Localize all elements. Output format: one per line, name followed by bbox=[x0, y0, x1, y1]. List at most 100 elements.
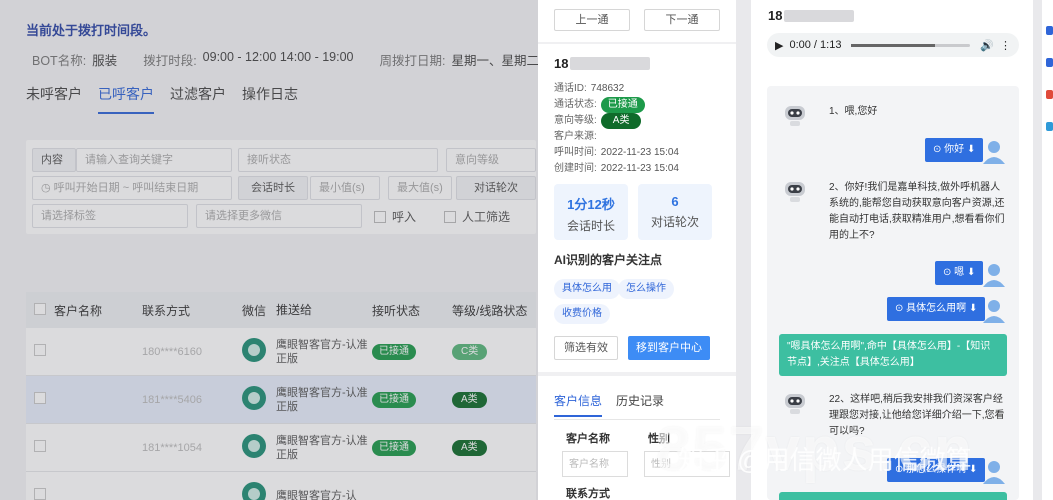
gender-input[interactable] bbox=[644, 451, 730, 477]
status-select[interactable]: 接听状态 bbox=[238, 148, 438, 172]
table-row[interactable]: 181****5406 鹰眼智客官方-认准正版 已接通 A类 bbox=[26, 376, 536, 424]
duration-min-input[interactable]: 最小值(s) bbox=[310, 176, 380, 200]
call-list-page: 当前处于拨打时间段。 BOT名称: 服装 拨打时段: 09:00 - 12:00… bbox=[0, 0, 540, 500]
level-badge: C类 bbox=[452, 343, 488, 360]
rounds-value: 6 bbox=[671, 194, 679, 209]
row-checkbox[interactable] bbox=[34, 392, 46, 404]
call-id-label: 通话ID: bbox=[554, 83, 587, 94]
intent-badge: A类 bbox=[600, 113, 642, 129]
tab-oplog[interactable]: 操作日志 bbox=[242, 84, 298, 114]
call-status-badge: 已接通 bbox=[600, 97, 645, 113]
col-wechat: 微信 bbox=[242, 303, 267, 318]
robot-avatar-icon bbox=[785, 182, 805, 202]
download-icon[interactable]: ⬇ bbox=[964, 267, 975, 278]
content-label: 内容 bbox=[32, 148, 76, 172]
select-all-checkbox[interactable] bbox=[34, 302, 46, 315]
play-circle-icon: ⊙ bbox=[943, 267, 955, 278]
user-audio-message[interactable]: ⊙ 嗯 ⬇ bbox=[935, 261, 984, 285]
prev-call-button[interactable]: 上一通 bbox=[554, 9, 630, 31]
col-level: 等级/线路状态 bbox=[452, 303, 528, 318]
toolbar-icon[interactable] bbox=[1046, 122, 1053, 131]
play-icon[interactable]: ▶ bbox=[775, 39, 783, 52]
focus-tag[interactable]: 怎么操作 bbox=[618, 279, 674, 299]
user-audio-message[interactable]: ⊙ 那怎么操作啊 ⬇ bbox=[887, 458, 986, 482]
user-avatar-icon bbox=[983, 264, 1005, 287]
create-time-label: 创建时间: bbox=[554, 163, 597, 174]
toolbar-icon[interactable] bbox=[1046, 26, 1053, 35]
duration-stat: 1分12秒 会话时长 bbox=[554, 184, 628, 240]
row-checkbox[interactable] bbox=[34, 440, 46, 452]
conversation-phone: 18 bbox=[768, 8, 855, 23]
filter-valid-button[interactable]: 筛选有效 bbox=[554, 336, 618, 360]
duration-label: 会话时长 bbox=[238, 176, 308, 200]
row-checkbox[interactable] bbox=[34, 344, 46, 356]
move-to-customer-center-button[interactable]: 移到客户中心 bbox=[628, 336, 710, 360]
volume-icon[interactable]: 🔊 bbox=[980, 39, 994, 52]
inbound-checkbox[interactable]: 呼入 bbox=[374, 208, 416, 225]
tab-underline bbox=[554, 419, 720, 420]
knowledge-hit-notice-partial bbox=[779, 492, 1007, 500]
tab-called[interactable]: 已呼客户 bbox=[98, 84, 154, 114]
tag-select[interactable]: 请选择标签 bbox=[32, 204, 188, 228]
customer-name-input[interactable] bbox=[562, 451, 628, 477]
wechat-avatar-icon bbox=[242, 386, 266, 410]
focus-tag[interactable]: 具体怎么用 bbox=[554, 279, 620, 299]
row-phone: 180****6160 bbox=[142, 345, 202, 358]
wechat-select[interactable]: 请选择更多微信 bbox=[196, 204, 362, 228]
col-contact: 联系方式 bbox=[142, 303, 191, 318]
intent-label: 意向等级: bbox=[554, 115, 597, 126]
user-avatar-icon bbox=[983, 300, 1005, 323]
level-badge: A类 bbox=[452, 391, 487, 408]
intent-select[interactable]: 意向等级 bbox=[446, 148, 536, 172]
duration-max-input[interactable]: 最大值(s) bbox=[388, 176, 452, 200]
divider bbox=[538, 372, 736, 376]
audio-progress[interactable] bbox=[851, 43, 971, 47]
phone-mask bbox=[570, 57, 651, 70]
col-customer-name: 客户名称 bbox=[54, 303, 103, 318]
manual-filter-checkbox[interactable]: 人工筛选 bbox=[444, 208, 510, 225]
call-table: 客户名称 联系方式 微信 推送给 接听状态 等级/线路状态 180****616… bbox=[26, 292, 536, 500]
table-row[interactable]: 鹰眼智客官方-认 bbox=[26, 472, 536, 500]
table-row[interactable]: 181****1054 鹰眼智客官方-认准正版 已接通 A类 bbox=[26, 424, 536, 472]
download-icon[interactable]: ⬇ bbox=[966, 464, 977, 475]
user-audio-message[interactable]: ⊙ 你好 ⬇ bbox=[925, 138, 984, 162]
dial-days-value: 星期一、星期二、星期三 bbox=[451, 54, 540, 68]
tab-history[interactable]: 历史记录 bbox=[616, 392, 664, 417]
dial-period-label: 拨打时段: bbox=[143, 54, 197, 68]
date-range-input[interactable]: ◷ 呼叫开始日期 ~ 呼叫结束日期 bbox=[32, 176, 232, 200]
dial-period-value: 09:00 - 12:00 14:00 - 19:00 bbox=[202, 50, 354, 64]
phone-prefix: 18 bbox=[768, 8, 783, 23]
status-badge: 已接通 bbox=[372, 439, 416, 456]
keyword-input[interactable]: 请输入查询关键字 bbox=[76, 148, 232, 172]
contact-label: 联系方式 bbox=[566, 488, 610, 500]
download-icon[interactable]: ⬇ bbox=[964, 144, 975, 155]
gender-label: 性别 bbox=[648, 433, 670, 445]
call-id-value: 748632 bbox=[590, 83, 625, 94]
toolbar-icon[interactable] bbox=[1046, 90, 1053, 99]
toolbar-icon[interactable] bbox=[1046, 58, 1053, 67]
focus-tag[interactable]: 收费价格 bbox=[554, 304, 610, 324]
tab-customer-info[interactable]: 客户信息 bbox=[554, 392, 603, 417]
tab-uncalled[interactable]: 未呼客户 bbox=[26, 84, 82, 114]
status-badge: 已接通 bbox=[372, 343, 416, 360]
download-icon[interactable]: ⬇ bbox=[966, 303, 977, 314]
user-audio-message[interactable]: ⊙ 具体怎么用啊 ⬇ bbox=[887, 297, 986, 321]
next-call-button[interactable]: 下一通 bbox=[644, 9, 720, 31]
wechat-avatar-icon bbox=[242, 434, 266, 458]
table-header: 客户名称 联系方式 微信 推送给 接听状态 等级/线路状态 bbox=[26, 292, 536, 328]
divider bbox=[538, 42, 736, 44]
more-icon[interactable]: ⋮ bbox=[1000, 39, 1011, 52]
row-push-to: 鹰眼智客官方-认 bbox=[276, 489, 357, 500]
tab-filtered[interactable]: 过滤客户 bbox=[170, 84, 226, 114]
robot-avatar-icon bbox=[785, 106, 805, 126]
end-date: 呼叫结束日期 bbox=[132, 182, 199, 194]
row-checkbox[interactable] bbox=[34, 488, 46, 500]
play-circle-icon: ⊙ bbox=[895, 464, 907, 475]
call-time-value: 2022-11-23 15:04 bbox=[600, 147, 679, 158]
play-circle-icon: ⊙ bbox=[933, 144, 945, 155]
bot-name-value: 服装 bbox=[92, 54, 118, 68]
audio-player[interactable]: ▶ 0:00 / 1:13 🔊 ⋮ bbox=[767, 33, 1019, 57]
table-row[interactable]: 180****6160 鹰眼智客官方-认准正版 已接通 C类 bbox=[26, 328, 536, 376]
conversation-panel: 18 ▶ 0:00 / 1:13 🔊 ⋮ 1、喂,您好 ⊙ 你好 ⬇ 2、你好!… bbox=[751, 0, 1033, 500]
user-avatar-icon bbox=[983, 141, 1005, 164]
